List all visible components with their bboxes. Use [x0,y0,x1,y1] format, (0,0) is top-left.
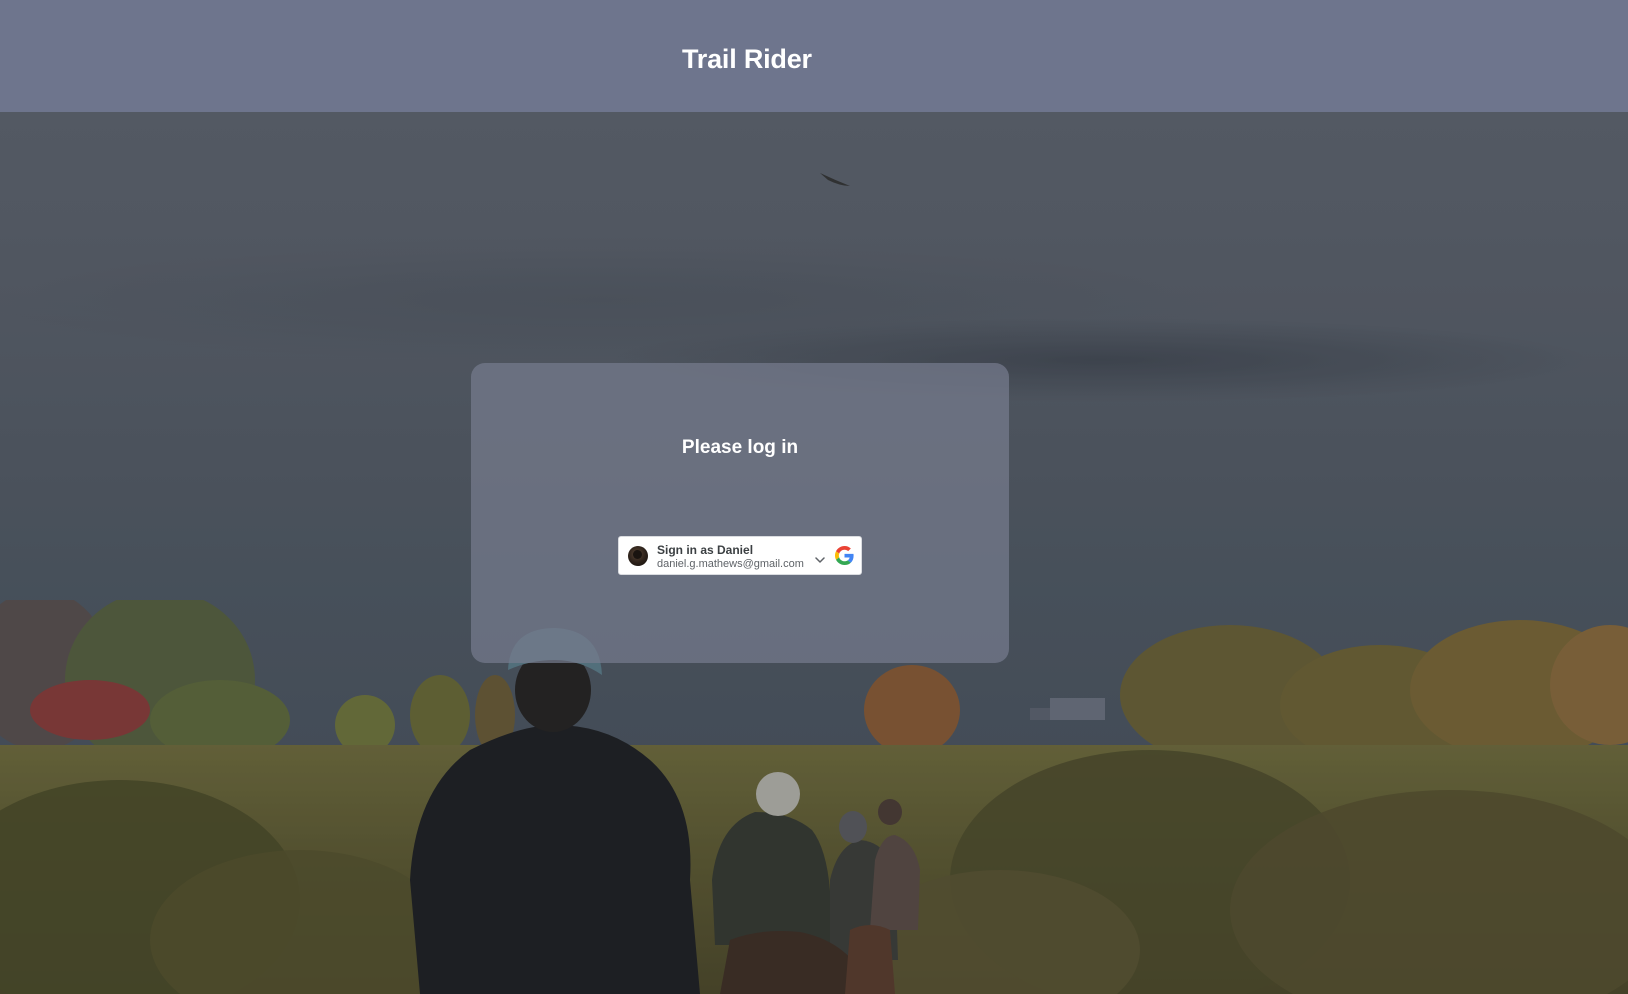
login-card: Please log in Sign in as Daniel daniel.g… [471,363,1009,663]
app-header: Trail Rider [0,0,1628,112]
login-page: Trail Rider Please log in Sign in as Dan… [0,0,1628,994]
account-email: daniel.g.mathews@gmail.com [657,558,804,570]
google-sign-in-button[interactable]: Sign in as Daniel daniel.g.mathews@gmail… [618,536,862,575]
user-avatar [628,546,648,566]
chevron-down-icon[interactable] [815,556,825,564]
sign-in-as-label: Sign in as Daniel [657,543,754,557]
login-heading: Please log in [681,437,799,458]
google-g-icon [835,546,854,565]
app-title: Trail Rider [682,44,812,74]
